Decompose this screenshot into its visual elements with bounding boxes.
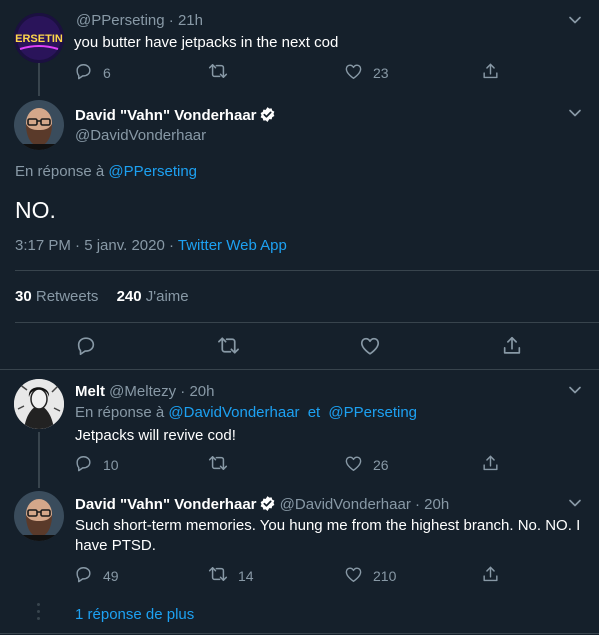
thread-line	[38, 432, 40, 488]
tweet-text-line: Such short-term memories. You hung me fr…	[75, 517, 581, 534]
reply-icon[interactable]	[74, 454, 93, 473]
reply-context: En réponse à @DavidVonderhaar et @PPerse…	[75, 403, 417, 423]
avatar-image	[14, 100, 64, 150]
retweet-icon[interactable]	[217, 334, 240, 357]
retweet-count: 14	[238, 568, 254, 584]
avatar[interactable]	[14, 491, 64, 541]
retweet-icon[interactable]	[208, 61, 228, 81]
avatar[interactable]	[14, 379, 64, 429]
chevron-down-icon[interactable]	[565, 380, 585, 400]
author-handle[interactable]: @DavidVonderhaar	[75, 126, 206, 146]
like-count: 210	[373, 568, 397, 584]
verified-icon	[259, 495, 276, 512]
like-icon[interactable]	[344, 454, 363, 473]
retweets-label: Retweets	[35, 288, 99, 305]
chevron-down-icon[interactable]	[565, 10, 585, 30]
avatar-image	[14, 491, 64, 541]
tweet-text-line: have PTSD.	[75, 537, 156, 554]
handle[interactable]: @DavidVonderhaar	[280, 496, 411, 513]
share-icon[interactable]	[501, 335, 523, 357]
tweet-text: Jetpacks will revive cod!	[75, 427, 236, 444]
more-replies-link[interactable]: 1 réponse de plus	[75, 605, 194, 625]
share-icon[interactable]	[481, 454, 500, 473]
author-name-row: David "Vahn" Vonderhaar	[75, 106, 276, 126]
tweet-source[interactable]: Twitter Web App	[178, 237, 287, 254]
verified-icon	[259, 106, 276, 123]
like-icon[interactable]	[359, 335, 381, 357]
reply-mention[interactable]: @DavidVonderhaar	[168, 404, 299, 421]
reply-count: 6	[103, 65, 111, 81]
like-count: 23	[373, 65, 389, 81]
author-name[interactable]: David "Vahn" Vonderhaar	[75, 496, 257, 513]
likes-stat[interactable]: 240 J'aime	[117, 288, 189, 305]
like-icon[interactable]	[344, 62, 363, 81]
reply-icon[interactable]	[74, 62, 93, 81]
reply-icon[interactable]	[75, 335, 97, 357]
reply-and: et	[307, 404, 321, 421]
timestamp[interactable]: 21h	[178, 12, 203, 29]
tweet-text: NO.	[15, 197, 56, 223]
tweet-header: Melt @Meltezy · 20h	[75, 382, 214, 402]
chevron-down-icon[interactable]	[565, 103, 585, 123]
likes-label: J'aime	[145, 288, 189, 305]
avatar[interactable]	[14, 100, 64, 150]
reply-mention[interactable]: @PPerseting	[108, 163, 197, 180]
tweet-header: @PPerseting · 21h	[76, 11, 203, 31]
reply-prefix: En réponse à	[75, 404, 165, 421]
like-icon[interactable]	[344, 565, 363, 584]
timestamp[interactable]: 20h	[189, 383, 214, 400]
likes-count: 240	[116, 288, 142, 305]
avatar-image: ERSETIN	[14, 13, 64, 63]
retweet-icon[interactable]	[208, 453, 228, 473]
thread-line	[38, 62, 40, 96]
like-count: 26	[373, 457, 389, 473]
share-icon[interactable]	[481, 62, 500, 81]
timestamp[interactable]: 20h	[424, 496, 449, 513]
share-icon[interactable]	[481, 565, 500, 584]
tweet-header: David "Vahn" Vonderhaar @DavidVonderhaar…	[75, 495, 449, 515]
divider	[0, 369, 599, 370]
divider	[15, 322, 599, 323]
retweet-icon[interactable]	[208, 564, 228, 584]
retweets-stat[interactable]: 30 Retweets	[15, 288, 98, 305]
tweet-meta: 3:17 PM · 5 janv. 2020 · Twitter Web App	[15, 236, 287, 256]
thread-dots	[37, 603, 41, 620]
separator-dot: ·	[168, 12, 178, 29]
reply-count: 10	[103, 457, 119, 473]
reply-prefix: En réponse à	[15, 163, 105, 180]
reply-icon[interactable]	[74, 565, 93, 584]
separator-dot: ·	[414, 496, 425, 513]
reply-count: 49	[103, 568, 119, 584]
author-name[interactable]: Melt	[75, 383, 105, 400]
handle[interactable]: @Meltezy	[109, 383, 176, 400]
divider	[0, 633, 599, 634]
chevron-down-icon[interactable]	[565, 493, 585, 513]
tweet-timestamp[interactable]: 3:17 PM · 5 janv. 2020 ·	[15, 237, 178, 254]
retweets-count: 30	[15, 288, 32, 305]
reply-mention[interactable]: @PPerseting	[328, 404, 417, 421]
avatar-image	[14, 379, 64, 429]
avatar-logo-text: ERSETIN	[15, 33, 63, 45]
handle[interactable]: @PPerseting	[76, 12, 165, 29]
divider	[15, 270, 599, 271]
reply-context: En réponse à @PPerseting	[15, 162, 197, 182]
tweet-text: Such short-term memories. You hung me fr…	[75, 516, 585, 556]
engagement-stats: 30 Retweets 240 J'aime	[15, 287, 189, 307]
author-name[interactable]: David "Vahn" Vonderhaar	[75, 107, 257, 124]
avatar[interactable]: ERSETIN	[14, 13, 64, 63]
tweet-text: you butter have jetpacks in the next cod	[74, 34, 339, 51]
